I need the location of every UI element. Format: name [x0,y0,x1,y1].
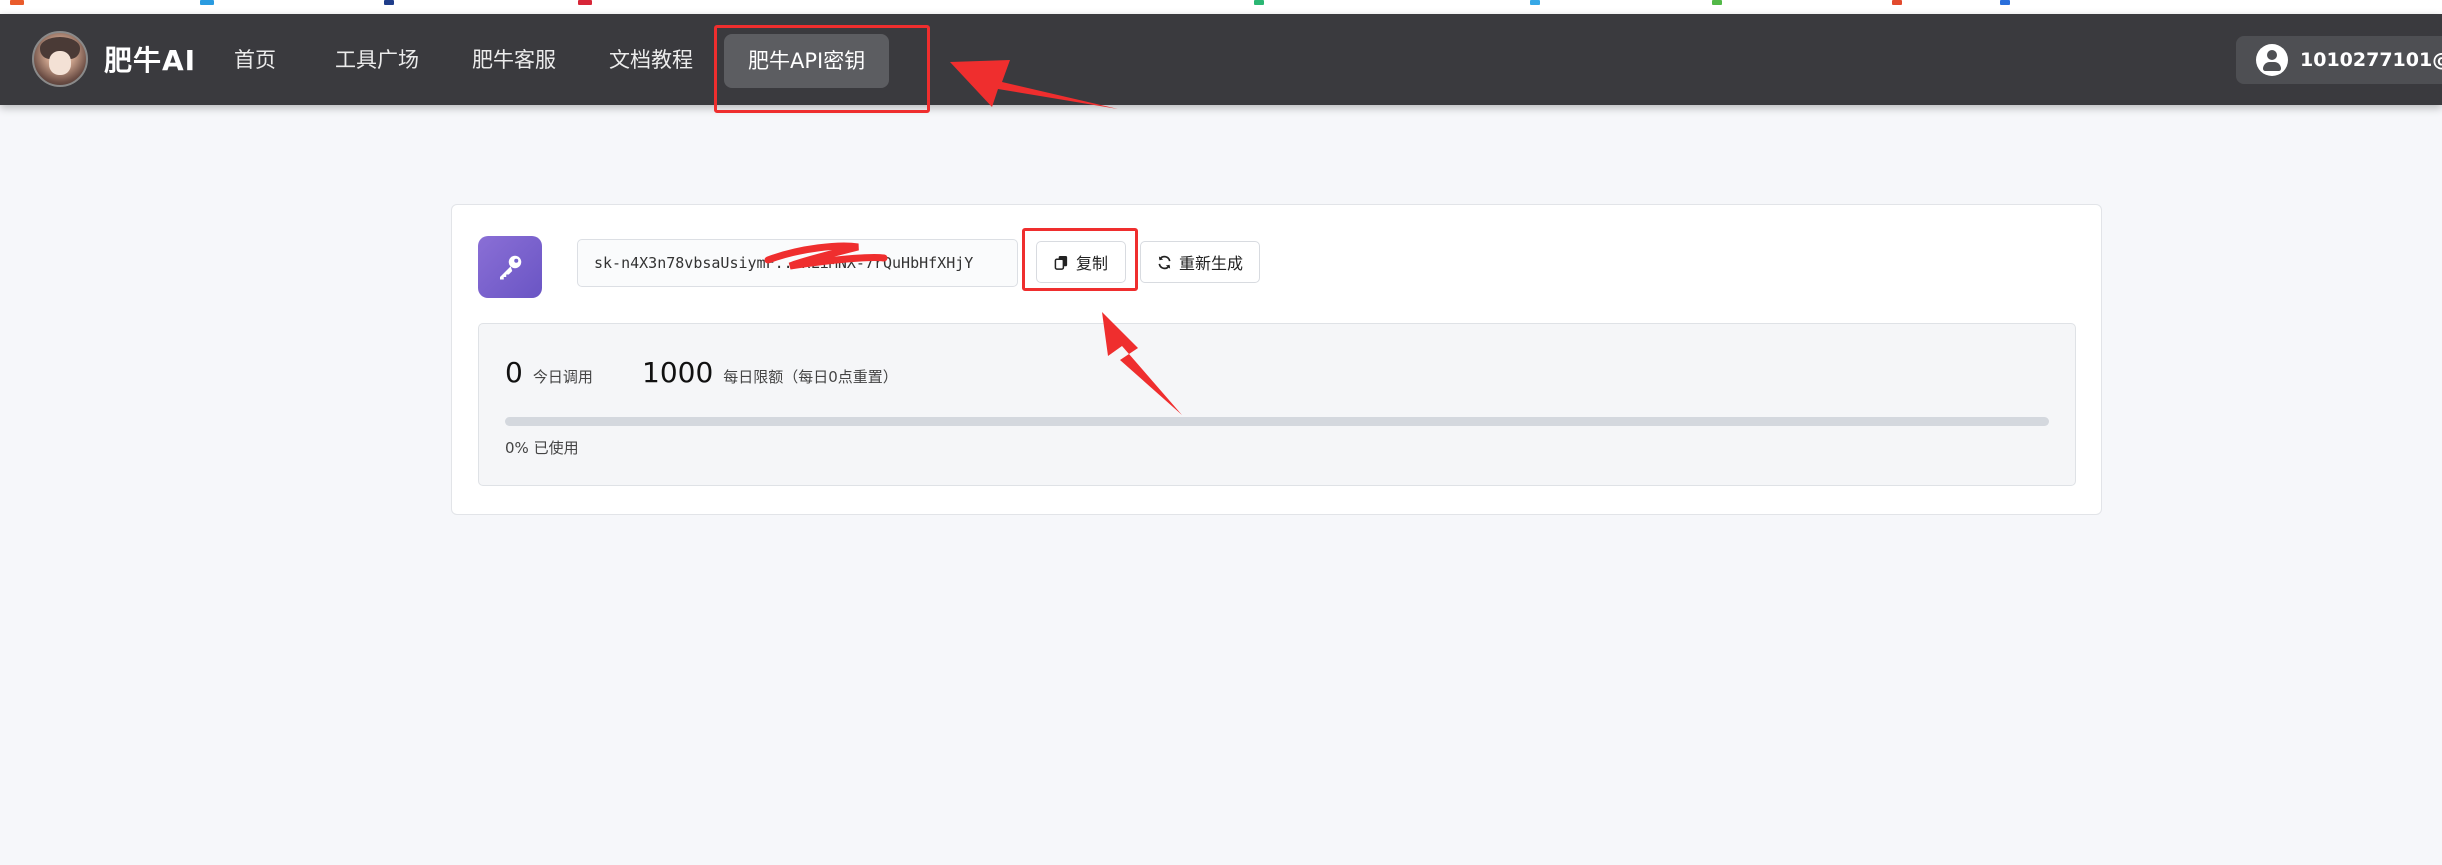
api-key-field[interactable]: sk-n4X3n78vbsaUsiymF...xLiMNX-7rQuHbHfXH… [577,239,1018,287]
today-calls-value: 0 [505,356,523,389]
bookmark-icon[interactable] [1712,0,1722,5]
bookmark-icon[interactable] [10,0,24,5]
nav-home[interactable]: 首页 [234,45,276,75]
user-menu[interactable]: 1010277101@qq.c [2236,36,2442,84]
daily-limit-value: 1000 [642,356,714,389]
bookmark-icon[interactable] [2000,0,2010,5]
bookmark-icon[interactable] [578,0,592,5]
bookmark-icon[interactable] [1254,0,1264,5]
api-key-card: sk-n4X3n78vbsaUsiymF...xLiMNX-7rQuHbHfXH… [451,204,2102,515]
brand-name: 肥牛AI [104,44,197,77]
nav-customer-service[interactable]: 肥牛客服 [472,45,556,75]
annotation-box-api-tab [714,25,930,113]
usage-progress-bar [505,417,2049,426]
user-email: 1010277101@qq.c [2300,49,2442,71]
annotation-box-copy [1022,228,1138,291]
stat-today-calls: 0 今日调用 [505,356,593,389]
today-calls-label: 今日调用 [532,368,593,386]
nav-tools-plaza[interactable]: 工具广场 [335,45,419,75]
top-navbar: 肥牛AI 首页 工具广场 肥牛客服 文档教程 肥牛API密钥 101027710… [0,14,2442,105]
brand[interactable]: 肥牛AI [32,31,196,87]
bookmark-icon[interactable] [200,0,214,5]
bookmark-icon[interactable] [384,0,394,5]
regenerate-button-label: 重新生成 [1178,254,1243,273]
usage-stats: 0 今日调用 1000 每日限额（每日0点重置） 0% 已使用 [478,323,2076,486]
bookmark-bar [0,0,2442,14]
key-icon [478,236,542,298]
bookmark-icon[interactable] [1892,0,1902,5]
refresh-icon [1157,255,1172,270]
usage-percent-text: 0% 已使用 [505,439,579,457]
brand-avatar [32,31,88,87]
bookmark-icon[interactable] [1530,0,1540,5]
regenerate-button[interactable]: 重新生成 [1140,241,1260,283]
stat-daily-limit: 1000 每日限额（每日0点重置） [642,356,898,389]
daily-limit-label: 每日限额（每日0点重置） [723,368,898,386]
nav-docs-tutorial[interactable]: 文档教程 [609,45,693,75]
page: 肥牛AI 首页 工具广场 肥牛客服 文档教程 肥牛API密钥 101027710… [0,0,2442,865]
user-circle-icon [2256,44,2288,76]
